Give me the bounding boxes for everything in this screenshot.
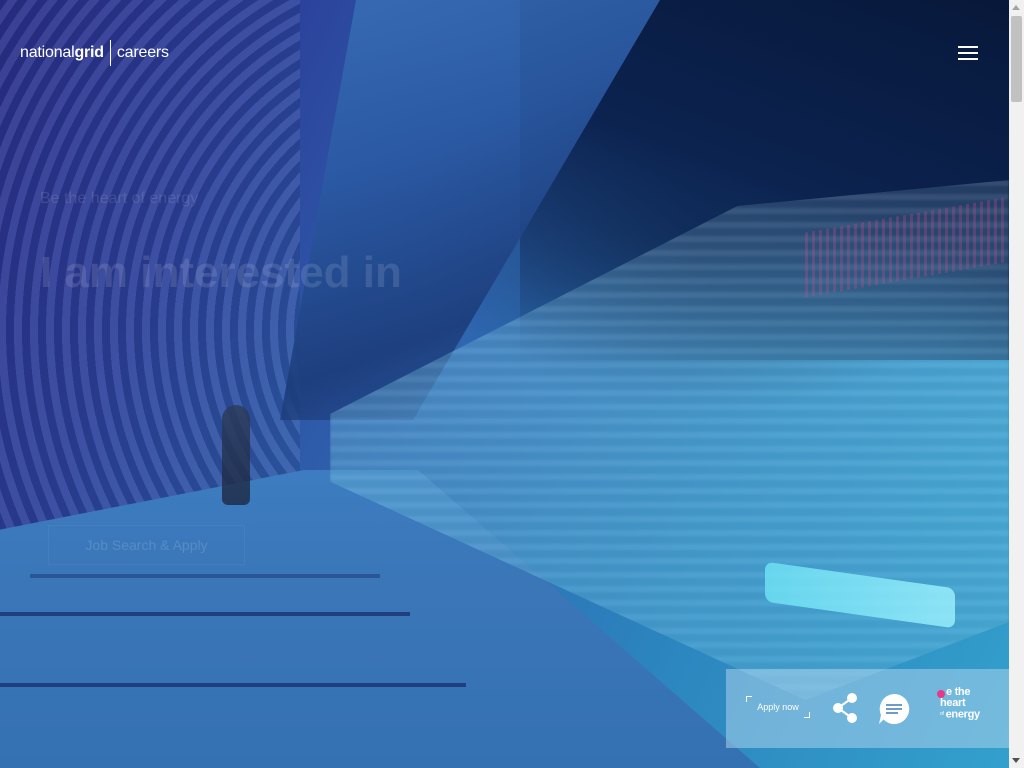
hero-eyebrow: Be the heart of energy bbox=[40, 190, 199, 207]
hero-background-image: Be the heart of energy I am interested i… bbox=[0, 0, 1009, 768]
hamburger-menu-icon[interactable] bbox=[958, 46, 980, 60]
badge-line-3: energy bbox=[945, 708, 981, 721]
apply-now-button[interactable]: Apply now bbox=[746, 696, 810, 718]
pink-heart-dot bbox=[937, 690, 945, 698]
chat-bubble-icon[interactable] bbox=[878, 693, 910, 725]
platform-line bbox=[0, 683, 466, 687]
badge-line-2: heart bbox=[940, 697, 966, 709]
badge-line-3-wrapper: of energy bbox=[940, 709, 990, 720]
platform-line bbox=[0, 612, 410, 616]
floating-action-bar: Apply now e the heart of energy bbox=[726, 669, 1009, 748]
logo-grid: grid bbox=[74, 44, 104, 61]
scroll-up-arrow-icon[interactable] bbox=[1012, 5, 1020, 10]
be-the-heart-of-energy-badge: e the heart of energy bbox=[937, 687, 990, 731]
logo-national: national bbox=[20, 44, 75, 61]
share-icon[interactable] bbox=[829, 691, 861, 725]
scroll-down-arrow-icon[interactable] bbox=[1012, 758, 1020, 763]
platform-line bbox=[30, 574, 380, 578]
national-grid-careers-logo[interactable]: national grid careers bbox=[20, 40, 169, 66]
hero-headline: I am interested in bbox=[40, 248, 402, 297]
scroll-thumb[interactable] bbox=[1011, 16, 1022, 102]
job-search-button[interactable]: Job Search & Apply bbox=[48, 525, 245, 565]
logo-divider bbox=[109, 40, 111, 66]
badge-tiny: of bbox=[940, 711, 944, 717]
menu-bar bbox=[958, 52, 978, 54]
page-scrollbar[interactable] bbox=[1009, 0, 1024, 768]
menu-bar bbox=[958, 46, 978, 48]
logo-careers: careers bbox=[116, 44, 169, 61]
hero-text-block: Be the heart of energy I am interested i… bbox=[40, 190, 402, 297]
commuter-figure bbox=[222, 405, 250, 505]
menu-bar bbox=[958, 58, 978, 60]
site-header: national grid careers bbox=[0, 0, 1009, 100]
